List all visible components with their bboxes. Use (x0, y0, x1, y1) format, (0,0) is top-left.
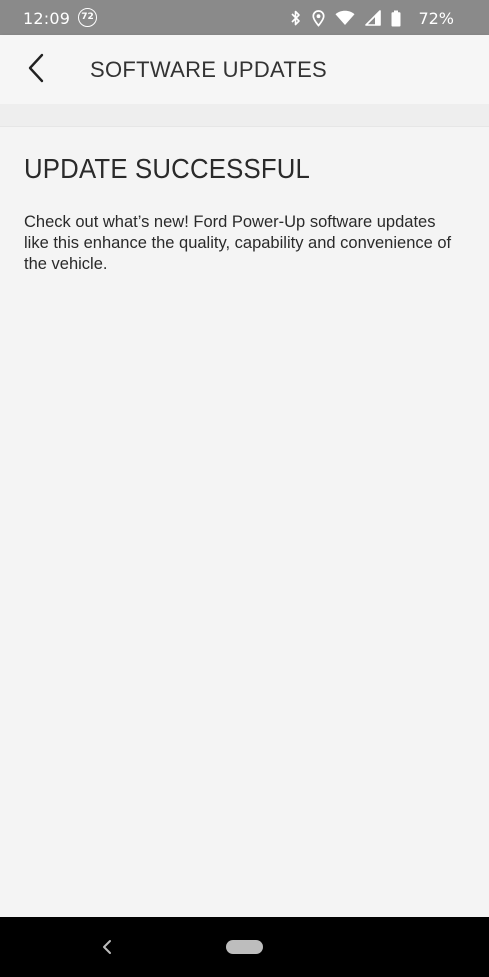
header-divider (0, 104, 489, 127)
app-header: SOFTWARE UPDATES (0, 35, 489, 104)
content-area: UPDATE SUCCESSFUL Check out what’s new! … (0, 127, 489, 917)
cell-signal-icon (365, 10, 381, 26)
update-status-heading: UPDATE SUCCESSFUL (24, 153, 311, 184)
status-time: 12:09 (23, 9, 71, 28)
system-nav-bar (0, 917, 489, 977)
battery-percent: 72% (418, 9, 454, 28)
update-description: Check out what’s new! Ford Power-Up soft… (24, 213, 452, 273)
status-icons (290, 8, 401, 28)
temperature-badge: 72 (78, 8, 97, 27)
page-title: SOFTWARE UPDATES (90, 57, 328, 82)
back-button[interactable] (18, 50, 54, 90)
battery-icon (391, 10, 401, 27)
home-pill-icon[interactable] (226, 940, 263, 954)
wifi-icon (335, 10, 355, 26)
chevron-left-icon (27, 53, 45, 87)
status-bar: 12:09 72 72% (0, 0, 489, 35)
location-icon (312, 9, 325, 27)
nav-back-icon[interactable] (99, 938, 117, 956)
bluetooth-icon (290, 10, 302, 26)
